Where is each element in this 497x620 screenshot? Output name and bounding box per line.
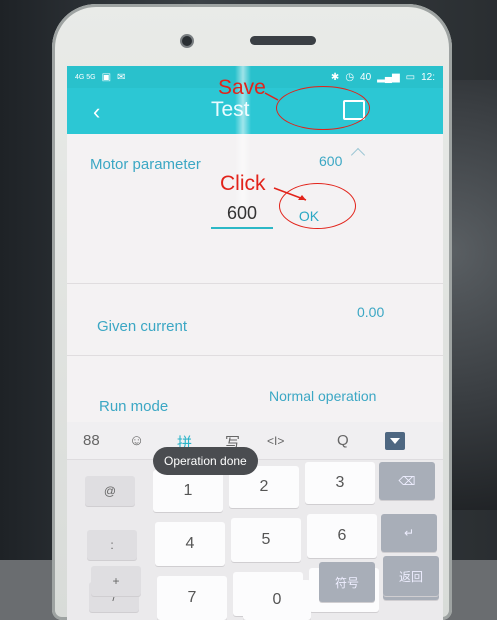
save-annotation-arrow	[264, 92, 279, 101]
run-mode-value: Normal operation	[269, 388, 377, 404]
key-3[interactable]: 3	[305, 462, 375, 504]
key-back[interactable]: 返回	[383, 556, 439, 596]
phone-screen: 4G 5G ▣ ✉ ✱ ◷ 40 ▂▄▆ ▭ 12: ‹ Test Motor …	[67, 66, 443, 620]
signal-icon: ▂▄▆	[377, 71, 400, 83]
back-arrow-icon[interactable]: ‹	[93, 99, 100, 125]
alarm-icon: ◷	[345, 71, 355, 83]
key-0[interactable]: 0	[243, 580, 311, 620]
image-icon: ▣	[101, 71, 112, 83]
mail-icon: ✉	[117, 71, 126, 83]
chevron-up-icon[interactable]	[350, 147, 366, 163]
signal-strength: 40	[360, 71, 372, 83]
cursor-icon[interactable]: <I>	[267, 434, 284, 448]
key-plus[interactable]: +	[91, 566, 141, 596]
motor-parameter-label: Motor parameter	[90, 156, 201, 173]
emoji-icon[interactable]: ☺	[129, 432, 144, 449]
save-annotation-label: Save	[218, 76, 266, 99]
given-current-label: Given current	[97, 318, 188, 335]
battery-icon: ▭	[405, 71, 416, 83]
toast-message: Operation done	[153, 447, 258, 475]
network-type: 4G 5G	[75, 73, 96, 81]
key-4[interactable]: 4	[155, 522, 225, 566]
click-annotation-arrow	[273, 187, 307, 201]
save-annotation-circle	[276, 86, 370, 130]
key-enter[interactable]: ↵	[381, 514, 437, 552]
clock: 12:	[421, 71, 435, 83]
key-symbols[interactable]: 符号	[319, 562, 375, 602]
search-icon[interactable]: Q	[337, 432, 349, 449]
key-6[interactable]: 6	[307, 514, 377, 558]
click-annotation-label: Click	[220, 172, 266, 195]
bluetooth-icon: ✱	[330, 71, 340, 83]
key-7[interactable]: 7	[157, 576, 227, 620]
key-backspace[interactable]: ⌫	[379, 462, 435, 500]
camera-icon	[180, 34, 194, 48]
keyboard-grid-icon[interactable]: 88	[83, 432, 100, 449]
run-mode-row[interactable]: Run mode Normal operation	[67, 356, 443, 428]
hide-keyboard-icon[interactable]	[385, 432, 405, 450]
run-mode-label: Run mode	[99, 398, 169, 415]
key-1[interactable]: 1	[153, 470, 223, 512]
key-at[interactable]: @	[85, 476, 135, 506]
given-current-value: 0.00	[357, 304, 385, 320]
given-current-row[interactable]: Given current 0.00	[67, 284, 443, 356]
key-5[interactable]: 5	[231, 518, 301, 562]
speaker-grille	[250, 36, 316, 45]
motor-parameter-value: 600	[319, 153, 343, 169]
key-colon[interactable]: :	[87, 530, 137, 560]
